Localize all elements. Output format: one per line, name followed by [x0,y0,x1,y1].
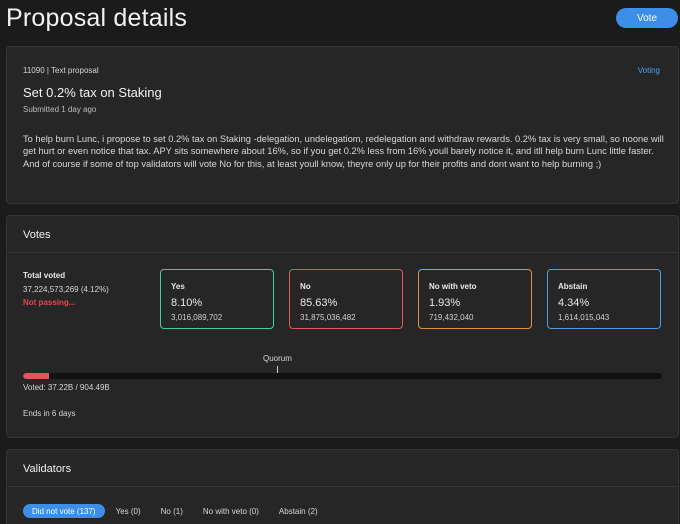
vote-option-label: No [300,282,311,291]
vote-progress-bar [23,373,662,379]
votes-section-title: Votes [23,229,51,241]
ends-in: Ends in 6 days [23,409,76,418]
proposal-meta: 11090 | Text proposal [23,66,99,75]
passing-status: Not passing... [23,298,76,307]
tab-did-not-vote[interactable]: Did not vote (137) [23,504,105,518]
tab-no[interactable]: No (1) [152,504,192,518]
voted-amount: Voted: 37.22B / 904.49B [23,383,110,392]
validator-filter-tabs: Did not vote (137) Yes (0) No (1) No wit… [23,504,329,518]
vote-option-label: No with veto [429,282,477,291]
vote-option-amount: 1,614,015,043 [558,313,610,322]
votes-divider [7,252,678,253]
tab-abstain[interactable]: Abstain (2) [270,504,327,518]
vote-option-yes: Yes 8.10% 3,016,089,702 [160,269,274,329]
submitted-time: Submitted 1 day ago [23,105,97,114]
vote-option-label: Yes [171,282,185,291]
proposal-title: Set 0.2% tax on Staking [23,85,162,100]
vote-option-percent: 8.10% [171,297,203,309]
tab-no-with-veto[interactable]: No with veto (0) [194,504,268,518]
vote-option-amount: 31,875,036,482 [300,313,356,322]
vote-option-label: Abstain [558,282,588,291]
proposal-description: To help burn Lunc, i propose to set 0.2%… [23,134,664,169]
vote-option-percent: 85.63% [300,297,338,309]
page-title: Proposal details [6,4,188,32]
votes-card: Votes Total voted 37,224,573,269 (4.12%)… [6,215,679,438]
total-voted-value: 37,224,573,269 (4.12%) [23,285,109,294]
vote-option-abstain: Abstain 4.34% 1,614,015,043 [547,269,661,329]
validators-section-title: Validators [23,463,72,475]
proposal-card: 11090 | Text proposal Voting Set 0.2% ta… [6,46,679,204]
vote-option-no-with-veto: No with veto 1.93% 719,432,040 [418,269,532,329]
vote-option-percent: 4.34% [558,297,590,309]
vote-option-percent: 1.93% [429,297,461,309]
vote-option-amount: 3,016,089,702 [171,313,223,322]
total-voted-label: Total voted [23,271,66,280]
status-badge: Voting [637,66,660,75]
quorum-label: Quorum [263,354,292,363]
tab-yes[interactable]: Yes (0) [107,504,150,518]
validators-divider [7,486,678,487]
validators-card: Validators Did not vote (137) Yes (0) No… [6,449,679,524]
vote-button[interactable]: Vote [616,8,678,28]
vote-progress-fill [23,373,50,379]
vote-option-no: No 85.63% 31,875,036,482 [289,269,403,329]
vote-option-amount: 719,432,040 [429,313,474,322]
